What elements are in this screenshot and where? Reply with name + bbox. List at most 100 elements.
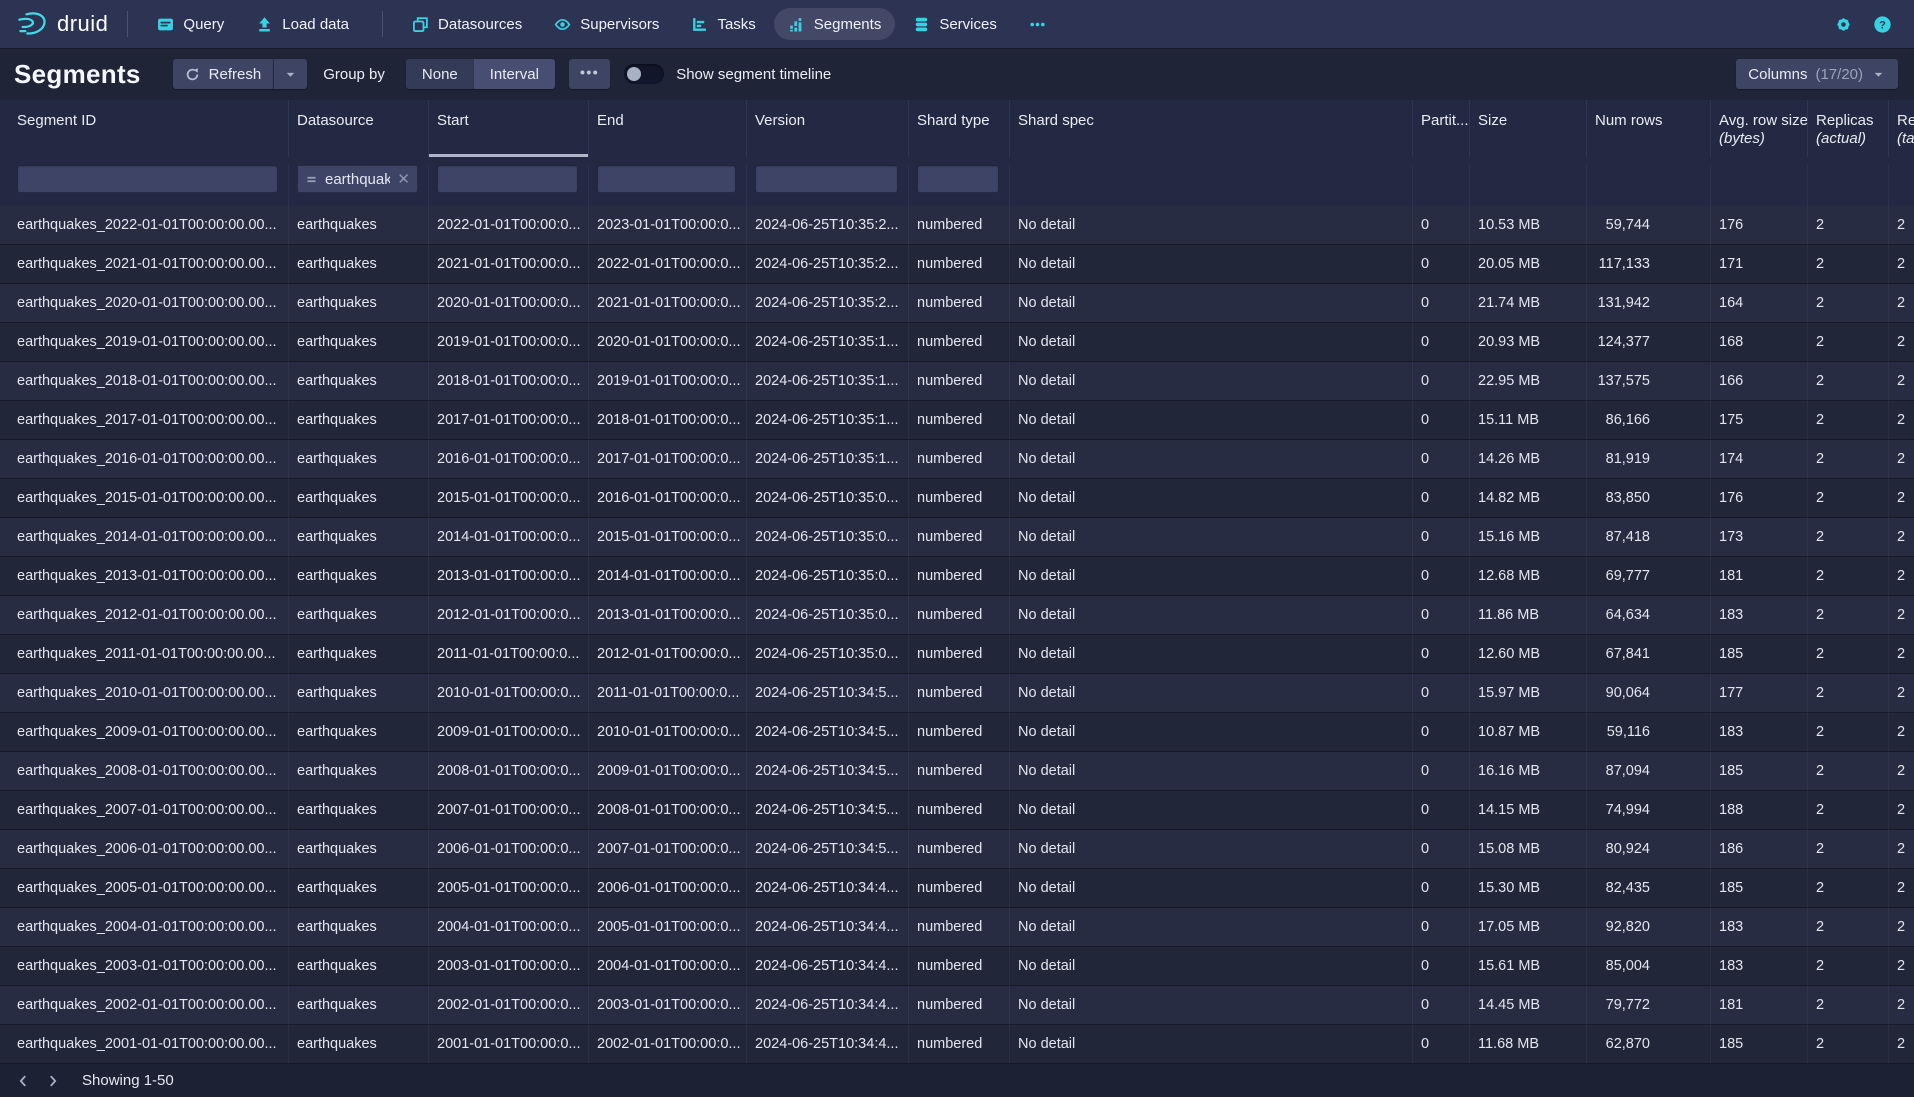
cell-version[interactable]: 2024-06-25T10:35:0... [746,596,908,635]
cell-shard-type[interactable]: numbered [908,869,1009,908]
cell-segment-id[interactable]: earthquakes_2011-01-01T00:00:00.00... [0,635,288,674]
cell-size[interactable]: 10.87 MB [1469,713,1586,752]
cell-shard-spec[interactable]: No detail [1009,440,1412,479]
cell-end[interactable]: 2003-01-01T00:00:0... [588,986,746,1025]
cell-version[interactable]: 2024-06-25T10:34:4... [746,869,908,908]
segment-timeline-toggle[interactable] [624,64,664,84]
cell-replicas[interactable]: 2 [1807,440,1888,479]
cell-replicas[interactable]: 2 [1807,674,1888,713]
cell-size[interactable]: 10.53 MB [1469,206,1586,245]
cell-shard-type[interactable]: numbered [908,401,1009,440]
cell-size[interactable]: 15.11 MB [1469,401,1586,440]
cell-version[interactable]: 2024-06-25T10:35:0... [746,557,908,596]
cell-shard-type[interactable]: numbered [908,479,1009,518]
cell-datasource[interactable]: earthquakes [288,986,428,1025]
cell-num-rows[interactable]: 87,094 [1586,752,1710,791]
cell-size[interactable]: 14.45 MB [1469,986,1586,1025]
cell-start[interactable]: 2006-01-01T00:00:0... [428,830,588,869]
cell-num-rows[interactable]: 67,841 [1586,635,1710,674]
cell-version[interactable]: 2024-06-25T10:34:4... [746,947,908,986]
cell-replicas[interactable]: 2 [1807,908,1888,947]
cell-shard-spec[interactable]: No detail [1009,479,1412,518]
cell-end[interactable]: 2014-01-01T00:00:0... [588,557,746,596]
cell-shard-type[interactable]: numbered [908,284,1009,323]
cell-shard-spec[interactable]: No detail [1009,245,1412,284]
cell-version[interactable]: 2024-06-25T10:35:2... [746,206,908,245]
cell-shard-type[interactable]: numbered [908,752,1009,791]
cell-replicas[interactable]: 2 [1807,986,1888,1025]
cell-end[interactable]: 2023-01-01T00:00:0... [588,206,746,245]
cell-segment-id[interactable]: earthquakes_2005-01-01T00:00:00.00... [0,869,288,908]
cell-shard-type[interactable]: numbered [908,518,1009,557]
cell-num-rows[interactable]: 83,850 [1586,479,1710,518]
cell-shard-type[interactable]: numbered [908,362,1009,401]
cell-segment-id[interactable]: earthquakes_2001-01-01T00:00:00.00... [0,1025,288,1064]
nav-item-tasks[interactable]: Tasks [677,8,769,40]
cell-start[interactable]: 2015-01-01T00:00:0... [428,479,588,518]
cell-shard-type[interactable]: numbered [908,557,1009,596]
cell-size[interactable]: 12.68 MB [1469,557,1586,596]
cell-replication-factor[interactable]: 2 [1888,362,1914,401]
refresh-dropdown-button[interactable] [273,59,307,89]
filter-input-version[interactable] [755,165,898,193]
cell-avg-row-size[interactable]: 164 [1710,284,1807,323]
cell-shard-type[interactable]: numbered [908,596,1009,635]
cell-shard-spec[interactable]: No detail [1009,206,1412,245]
cell-version[interactable]: 2024-06-25T10:34:5... [746,830,908,869]
cell-shard-spec[interactable]: No detail [1009,791,1412,830]
cell-segment-id[interactable]: earthquakes_2008-01-01T00:00:00.00... [0,752,288,791]
cell-segment-id[interactable]: earthquakes_2021-01-01T00:00:00.00... [0,245,288,284]
cell-avg-row-size[interactable]: 171 [1710,245,1807,284]
cell-shard-spec[interactable]: No detail [1009,947,1412,986]
cell-partit[interactable]: 0 [1412,284,1469,323]
filter-input-end[interactable] [597,165,736,193]
cell-num-rows[interactable]: 80,924 [1586,830,1710,869]
cell-shard-spec[interactable]: No detail [1009,713,1412,752]
cell-size[interactable]: 11.86 MB [1469,596,1586,635]
cell-replication-factor[interactable]: 2 [1888,206,1914,245]
cell-num-rows[interactable]: 92,820 [1586,908,1710,947]
cell-replication-factor[interactable]: 2 [1888,479,1914,518]
cell-end[interactable]: 2007-01-01T00:00:0... [588,830,746,869]
cell-shard-spec[interactable]: No detail [1009,635,1412,674]
cell-replication-factor[interactable]: 2 [1888,284,1914,323]
cell-num-rows[interactable]: 117,133 [1586,245,1710,284]
cell-avg-row-size[interactable]: 183 [1710,596,1807,635]
cell-size[interactable]: 17.05 MB [1469,908,1586,947]
cell-replication-factor[interactable]: 2 [1888,830,1914,869]
cell-datasource[interactable]: earthquakes [288,596,428,635]
cell-partit[interactable]: 0 [1412,479,1469,518]
group-by-option-interval[interactable]: Interval [474,59,555,89]
cell-version[interactable]: 2024-06-25T10:35:1... [746,323,908,362]
cell-replicas[interactable]: 2 [1807,596,1888,635]
cell-replicas[interactable]: 2 [1807,284,1888,323]
cell-end[interactable]: 2022-01-01T00:00:0... [588,245,746,284]
cell-size[interactable]: 15.97 MB [1469,674,1586,713]
cell-segment-id[interactable]: earthquakes_2007-01-01T00:00:00.00... [0,791,288,830]
cell-datasource[interactable]: earthquakes [288,518,428,557]
cell-partit[interactable]: 0 [1412,401,1469,440]
cell-version[interactable]: 2024-06-25T10:35:0... [746,479,908,518]
cell-datasource[interactable]: earthquakes [288,362,428,401]
column-header-segment-id[interactable]: Segment ID [0,100,288,157]
nav-item-query[interactable]: Query [143,8,238,40]
cell-segment-id[interactable]: earthquakes_2012-01-01T00:00:00.00... [0,596,288,635]
cell-num-rows[interactable]: 124,377 [1586,323,1710,362]
cell-avg-row-size[interactable]: 183 [1710,713,1807,752]
cell-replication-factor[interactable]: 2 [1888,791,1914,830]
cell-replication-factor[interactable]: 2 [1888,323,1914,362]
cell-datasource[interactable]: earthquakes [288,947,428,986]
cell-segment-id[interactable]: earthquakes_2010-01-01T00:00:00.00... [0,674,288,713]
cell-replicas[interactable]: 2 [1807,869,1888,908]
cell-num-rows[interactable]: 81,919 [1586,440,1710,479]
columns-button[interactable]: Columns (17/20) [1736,59,1898,89]
cell-shard-spec[interactable]: No detail [1009,401,1412,440]
cell-datasource[interactable]: earthquakes [288,869,428,908]
cell-shard-type[interactable]: numbered [908,635,1009,674]
cell-start[interactable]: 2001-01-01T00:00:0... [428,1025,588,1064]
cell-end[interactable]: 2010-01-01T00:00:0... [588,713,746,752]
close-icon[interactable]: ✕ [397,172,410,187]
cell-datasource[interactable]: earthquakes [288,635,428,674]
nav-item-more[interactable] [1015,8,1060,40]
cell-shard-type[interactable]: numbered [908,1025,1009,1064]
